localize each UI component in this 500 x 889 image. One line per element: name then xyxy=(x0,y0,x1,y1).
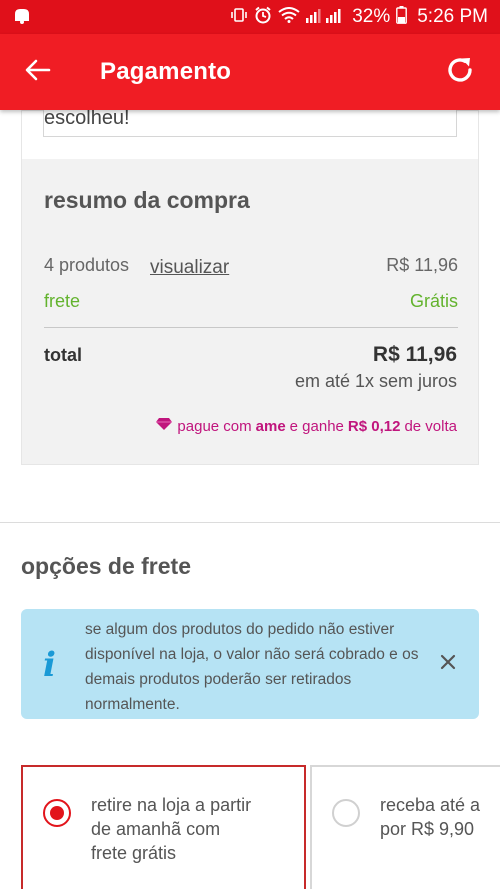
vibrate-icon xyxy=(230,7,248,27)
products-value: R$ 11,96 xyxy=(386,255,458,275)
status-bar: 32% 5:26 PM xyxy=(0,0,500,34)
products-count: 4 produtos xyxy=(44,255,130,275)
ame-cashback-promo: pague com ame e ganhe R$ 0,12 de volta xyxy=(155,417,457,435)
freight-option-label: receba até a por R$ 9,90 xyxy=(380,795,481,839)
diamond-icon xyxy=(155,417,173,435)
total-label: total xyxy=(44,345,82,365)
message-field-text: escolheu! xyxy=(44,110,130,129)
total-value: R$ 11,96 xyxy=(372,343,457,366)
info-banner: i se algum dos produtos do pedido não es… xyxy=(21,609,479,719)
products-row: 4 produtos visualizar R$ 11,96 xyxy=(44,255,458,279)
freight-option-store-pickup[interactable]: retire na loja a partir de amanhã com fr… xyxy=(21,765,306,889)
back-button[interactable] xyxy=(18,52,58,92)
wifi-icon xyxy=(278,7,300,27)
freight-options-title: opções de frete xyxy=(21,553,191,579)
info-banner-text: se algum dos produtos do pedido não esti… xyxy=(85,621,419,713)
arrow-left-icon xyxy=(25,59,51,86)
app-notification-icon xyxy=(12,6,32,29)
alarm-icon xyxy=(254,6,272,28)
close-info-button[interactable] xyxy=(437,651,459,673)
signal-icon xyxy=(306,7,346,27)
freight-option-label: retire na loja a partir de amanhã com fr… xyxy=(91,795,252,863)
view-products-link[interactable]: visualizar xyxy=(150,257,229,279)
installments-text: em até 1x sem juros xyxy=(294,371,457,391)
freight-label: frete xyxy=(44,291,81,311)
battery-percent: 32% xyxy=(352,6,391,27)
app-bar: Pagamento xyxy=(0,34,500,110)
refresh-icon xyxy=(444,54,476,91)
main-content: escolheu! resumo da compra 4 produtos vi… xyxy=(0,110,500,889)
ame-brand: ame xyxy=(255,417,286,435)
divider xyxy=(44,327,458,328)
order-summary-card: escolheu! resumo da compra 4 produtos vi… xyxy=(21,110,479,465)
ame-text-pre: pague com xyxy=(177,417,252,435)
ame-text-post: de volta xyxy=(404,417,457,435)
summary-title: resumo da compra xyxy=(44,187,250,213)
freight-option-delivery[interactable]: receba até a por R$ 9,90 xyxy=(310,765,500,889)
radio-button-selected[interactable] xyxy=(43,799,71,827)
radio-button[interactable] xyxy=(332,799,360,827)
close-icon xyxy=(437,654,459,677)
info-icon: i xyxy=(43,645,56,685)
refresh-button[interactable] xyxy=(440,52,480,92)
battery-icon xyxy=(396,6,408,28)
ame-cashback-value: R$ 0,12 xyxy=(347,417,401,435)
freight-row: frete Grátis xyxy=(44,291,458,312)
message-field[interactable]: escolheu! xyxy=(43,110,457,137)
freight-value: Grátis xyxy=(409,291,458,311)
clock: 5:26 PM xyxy=(417,6,488,27)
section-divider xyxy=(0,522,500,523)
page-title: Pagamento xyxy=(100,58,232,85)
ame-text-mid: e ganhe xyxy=(289,417,344,435)
